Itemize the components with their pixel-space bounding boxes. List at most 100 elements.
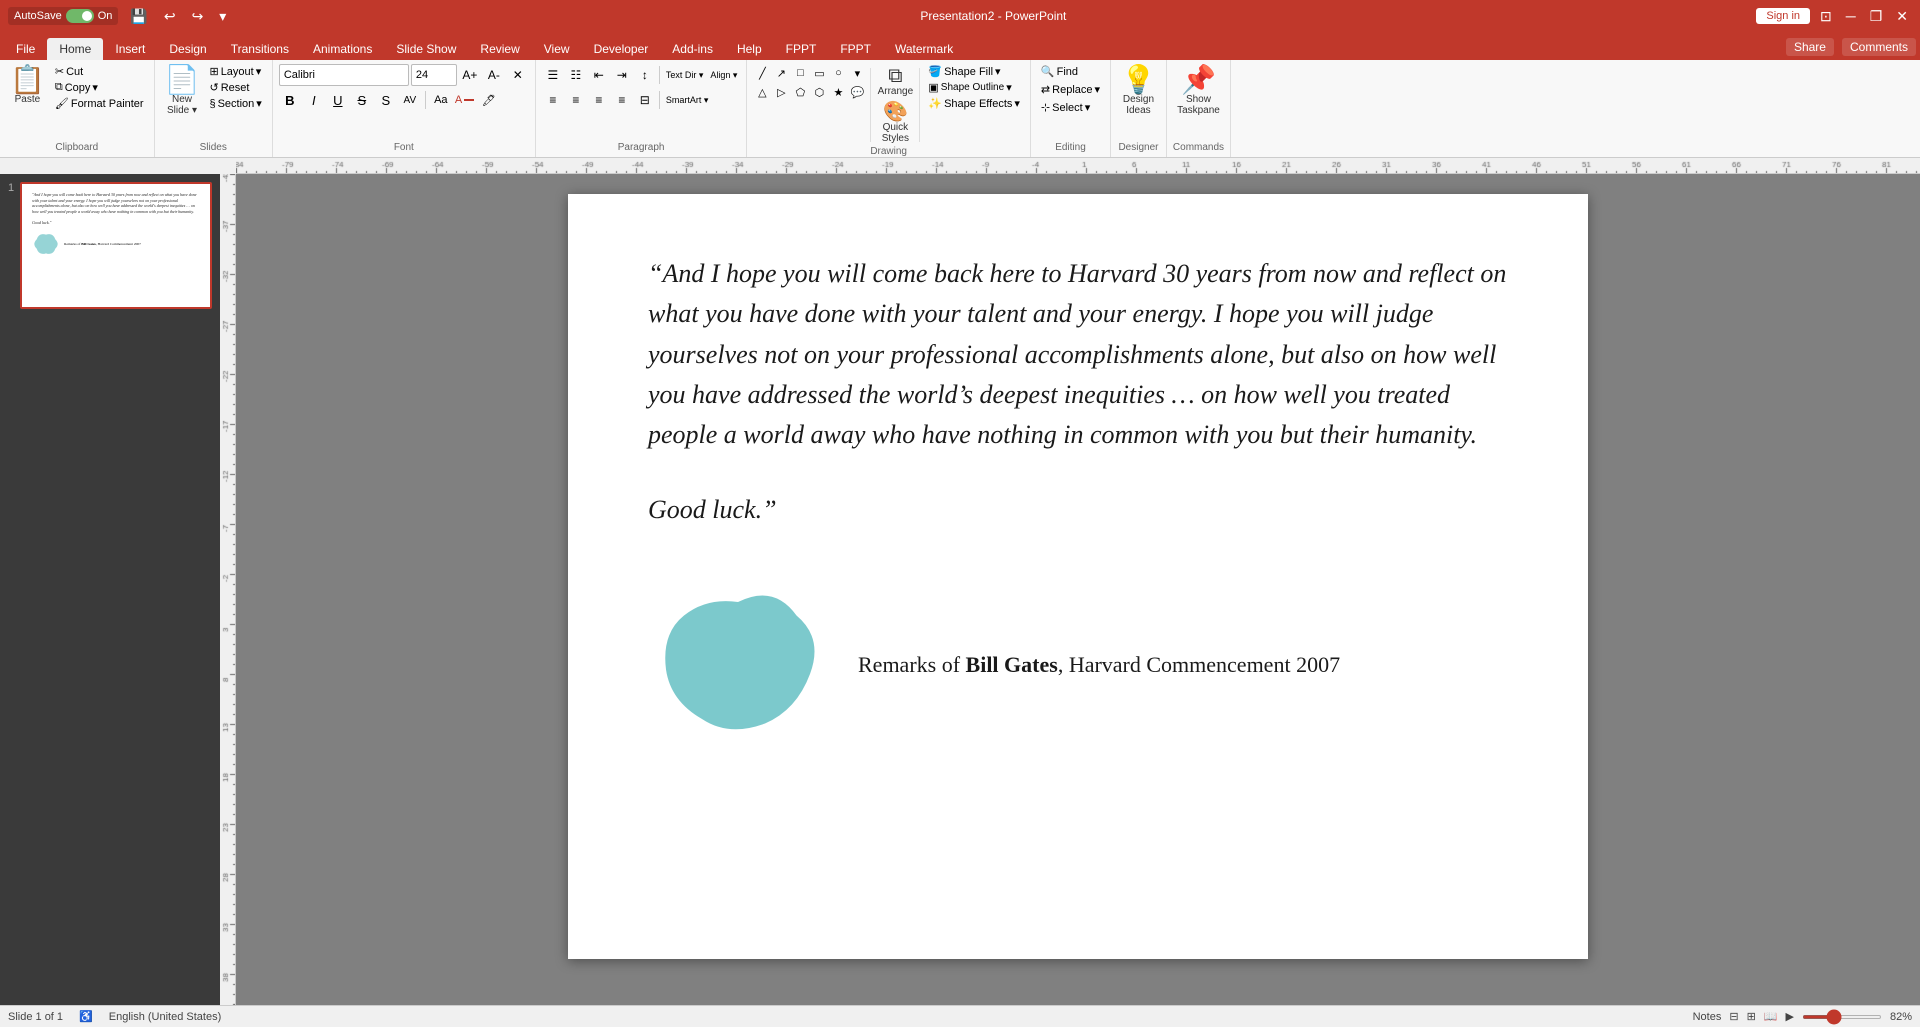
- align-text-button[interactable]: Align ▾: [707, 64, 740, 86]
- numbering-button[interactable]: ☷: [565, 64, 587, 86]
- canvas-area[interactable]: “And I hope you will come back here to H…: [236, 174, 1920, 1005]
- convert-smartart-button[interactable]: SmartArt ▾: [663, 89, 712, 111]
- copy-dropdown-icon[interactable]: ▾: [92, 81, 98, 94]
- align-center-button[interactable]: ≡: [565, 89, 587, 111]
- clear-format-button[interactable]: ✕: [507, 64, 529, 86]
- paste-button[interactable]: 📋 Paste: [6, 64, 49, 107]
- design-ideas-button[interactable]: 💡 DesignIdeas: [1117, 64, 1160, 118]
- highlight-button[interactable]: 🖊: [478, 89, 500, 111]
- change-case-button[interactable]: Aa: [430, 89, 452, 111]
- tab-fppt1[interactable]: FPPT: [774, 38, 829, 60]
- arrange-button[interactable]: ⧉ Arrange: [875, 64, 915, 99]
- shape-rect[interactable]: □: [791, 64, 809, 82]
- layout-button[interactable]: ⊞ Layout ▾: [205, 64, 265, 79]
- effects-dropdown-icon[interactable]: ▾: [1014, 97, 1020, 110]
- select-dropdown-icon[interactable]: ▾: [1085, 101, 1091, 114]
- char-spacing-button[interactable]: AV: [399, 89, 421, 111]
- copy-button[interactable]: ⧉ Copy ▾: [51, 80, 148, 95]
- comments-button[interactable]: Comments: [1842, 38, 1916, 56]
- redo-icon[interactable]: ↪: [188, 6, 208, 27]
- quick-styles-button[interactable]: 🎨 QuickStyles: [875, 100, 915, 146]
- tab-help[interactable]: Help: [725, 38, 774, 60]
- italic-button[interactable]: I: [303, 89, 325, 111]
- shape-effects-button[interactable]: ✨ Shape Effects ▾: [924, 96, 1024, 111]
- section-button[interactable]: § Section ▾: [205, 96, 265, 111]
- tab-fppt2[interactable]: FPPT: [828, 38, 883, 60]
- replace-dropdown-icon[interactable]: ▾: [1095, 83, 1101, 96]
- align-right-button[interactable]: ≡: [588, 89, 610, 111]
- save-icon[interactable]: 💾: [126, 6, 151, 27]
- shape-star[interactable]: ★: [829, 83, 847, 101]
- zoom-slider[interactable]: [1802, 1015, 1882, 1019]
- restore-icon[interactable]: ❐: [1866, 6, 1887, 27]
- tab-animations[interactable]: Animations: [301, 38, 384, 60]
- decrease-font-button[interactable]: A-: [483, 64, 505, 86]
- slide-quote[interactable]: “And I hope you will come back here to H…: [648, 254, 1508, 455]
- shape-hex[interactable]: ⬡: [810, 83, 828, 101]
- decrease-indent-button[interactable]: ⇤: [588, 64, 610, 86]
- shape-rtri[interactable]: ▷: [772, 83, 790, 101]
- close-icon[interactable]: ✕: [1892, 6, 1912, 27]
- more-icon[interactable]: ▾: [215, 6, 230, 27]
- tab-watermark[interactable]: Watermark: [883, 38, 965, 60]
- shape-oval[interactable]: ○: [829, 64, 847, 82]
- align-left-button[interactable]: ≡: [542, 89, 564, 111]
- strikethrough-button[interactable]: S: [351, 89, 373, 111]
- font-color-button[interactable]: A: [454, 89, 476, 111]
- underline-button[interactable]: U: [327, 89, 349, 111]
- normal-view-icon[interactable]: ⊟: [1729, 1010, 1738, 1023]
- shape-more[interactable]: ▾: [848, 64, 866, 82]
- tab-addins[interactable]: Add-ins: [660, 38, 725, 60]
- tab-insert[interactable]: Insert: [103, 38, 157, 60]
- tab-transitions[interactable]: Transitions: [219, 38, 301, 60]
- shadow-button[interactable]: S: [375, 89, 397, 111]
- shape-line[interactable]: ╱: [753, 64, 771, 82]
- share-button[interactable]: Share: [1786, 38, 1834, 56]
- reset-button[interactable]: ↺ Reset: [205, 80, 265, 95]
- slide-goodluck[interactable]: Good luck.”: [648, 495, 1508, 525]
- layout-dropdown-icon[interactable]: ▾: [256, 65, 262, 78]
- bullets-button[interactable]: ☰: [542, 64, 564, 86]
- shape-outline-button[interactable]: ▣ Shape Outline ▾: [924, 80, 1024, 95]
- minimize-icon[interactable]: ─: [1842, 6, 1860, 26]
- increase-font-button[interactable]: A+: [459, 64, 481, 86]
- font-name-input[interactable]: [279, 64, 409, 86]
- bold-button[interactable]: B: [279, 89, 301, 111]
- replace-button[interactable]: ⇄ Replace ▾: [1037, 82, 1104, 97]
- tab-design[interactable]: Design: [157, 38, 218, 60]
- reading-view-icon[interactable]: 📖: [1764, 1010, 1778, 1023]
- fill-dropdown-icon[interactable]: ▾: [995, 65, 1001, 78]
- outline-dropdown-icon[interactable]: ▾: [1006, 81, 1012, 94]
- slide-canvas[interactable]: “And I hope you will come back here to H…: [568, 194, 1588, 959]
- autosave-toggle[interactable]: [66, 9, 94, 23]
- shape-fill-button[interactable]: 🪣 Shape Fill ▾: [924, 64, 1024, 79]
- signin-button[interactable]: Sign in: [1756, 8, 1810, 24]
- slide-thumbnail[interactable]: "And I hope you will come back here to H…: [20, 182, 212, 309]
- shape-tri[interactable]: △: [753, 83, 771, 101]
- shape-callout[interactable]: 💬: [848, 83, 866, 101]
- select-button[interactable]: ⊹ Select ▾: [1037, 100, 1094, 115]
- format-painter-button[interactable]: 🖌 Format Painter: [51, 96, 148, 111]
- show-taskpane-button[interactable]: 📌 ShowTaskpane: [1173, 64, 1224, 118]
- shape-rect2[interactable]: ▭: [810, 64, 828, 82]
- undo-icon[interactable]: ↩: [160, 6, 180, 27]
- shape-arrow[interactable]: ↗: [772, 64, 790, 82]
- tab-file[interactable]: File: [4, 38, 47, 60]
- section-dropdown-icon[interactable]: ▾: [256, 97, 262, 110]
- increase-indent-button[interactable]: ⇥: [611, 64, 633, 86]
- ribbon-display-icon[interactable]: ⊡: [1816, 6, 1836, 27]
- line-spacing-button[interactable]: ↕: [634, 64, 656, 86]
- justify-button[interactable]: ≡: [611, 89, 633, 111]
- tab-slideshow[interactable]: Slide Show: [384, 38, 468, 60]
- text-direction-button[interactable]: Text Dir ▾: [663, 64, 707, 86]
- font-size-input[interactable]: [411, 64, 457, 86]
- tab-home[interactable]: Home: [47, 38, 103, 60]
- slideshow-icon[interactable]: ▶: [1786, 1010, 1794, 1023]
- autosave-area[interactable]: AutoSave On: [8, 7, 118, 25]
- notes-button[interactable]: Notes: [1693, 1011, 1722, 1023]
- slide-sorter-icon[interactable]: ⊞: [1747, 1010, 1756, 1023]
- tab-review[interactable]: Review: [468, 38, 531, 60]
- tab-view[interactable]: View: [532, 38, 582, 60]
- find-button[interactable]: 🔍 Find: [1037, 64, 1082, 79]
- tab-developer[interactable]: Developer: [582, 38, 661, 60]
